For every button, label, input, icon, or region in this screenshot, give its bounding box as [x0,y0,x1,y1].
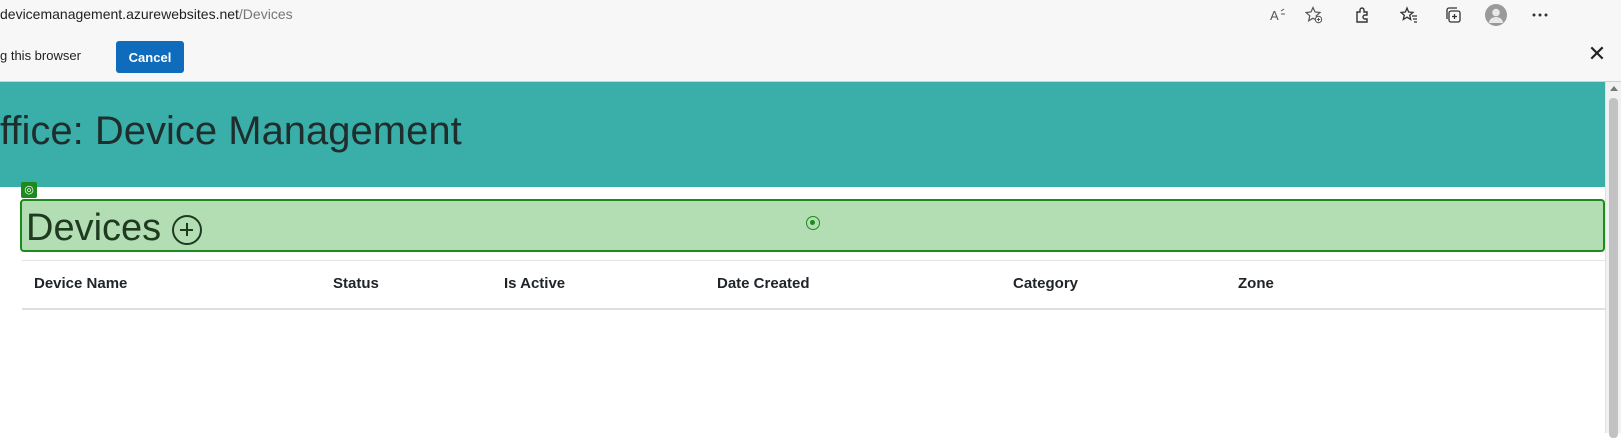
column-header-zone[interactable]: Zone [1238,275,1274,292]
url-path: /Devices [238,6,293,22]
profile-avatar[interactable] [1485,4,1507,26]
devices-section-header: Devices [20,199,1605,252]
read-aloud-icon[interactable]: A [1266,3,1290,27]
app-header-banner: ffice: Device Management [0,82,1605,187]
favorites-icon[interactable] [1397,3,1421,27]
column-header-date-created[interactable]: Date Created [717,275,810,292]
infobar-message: g this browser [0,48,81,63]
extensions-icon[interactable] [1350,3,1374,27]
collections-icon[interactable] [1441,3,1465,27]
page-title: Devices [26,207,162,249]
page-content: ffice: Device Management ◎ Devices Devic… [0,82,1605,433]
scroll-thumb[interactable] [1609,98,1618,438]
devices-table: Device Name Status Is Active Date Create… [22,260,1605,310]
add-device-icon[interactable] [172,215,202,245]
browser-toolbar: devicemanagement.azurewebsites.net/Devic… [0,0,1621,29]
close-icon[interactable]: ✕ [1585,42,1609,66]
address-bar[interactable]: devicemanagement.azurewebsites.net/Devic… [0,6,293,22]
cancel-button[interactable]: Cancel [116,41,184,73]
column-header-status[interactable]: Status [333,275,379,292]
more-menu-icon[interactable] [1528,3,1552,27]
scroll-up-icon[interactable] [1610,86,1618,91]
element-picker-badge-icon: ◎ [21,182,37,198]
column-header-is-active[interactable]: Is Active [504,275,565,292]
column-header-category[interactable]: Category [1013,275,1078,292]
vertical-scrollbar[interactable] [1605,82,1621,438]
browser-infobar: g this browser Cancel ✕ [0,29,1621,82]
add-favorite-icon[interactable] [1302,3,1326,27]
column-header-device-name[interactable]: Device Name [34,275,127,292]
app-title: ffice: Device Management [0,109,462,153]
target-crosshair-icon [806,216,820,230]
svg-text:A: A [1270,8,1279,23]
url-host: devicemanagement.azurewebsites.net [0,6,239,22]
